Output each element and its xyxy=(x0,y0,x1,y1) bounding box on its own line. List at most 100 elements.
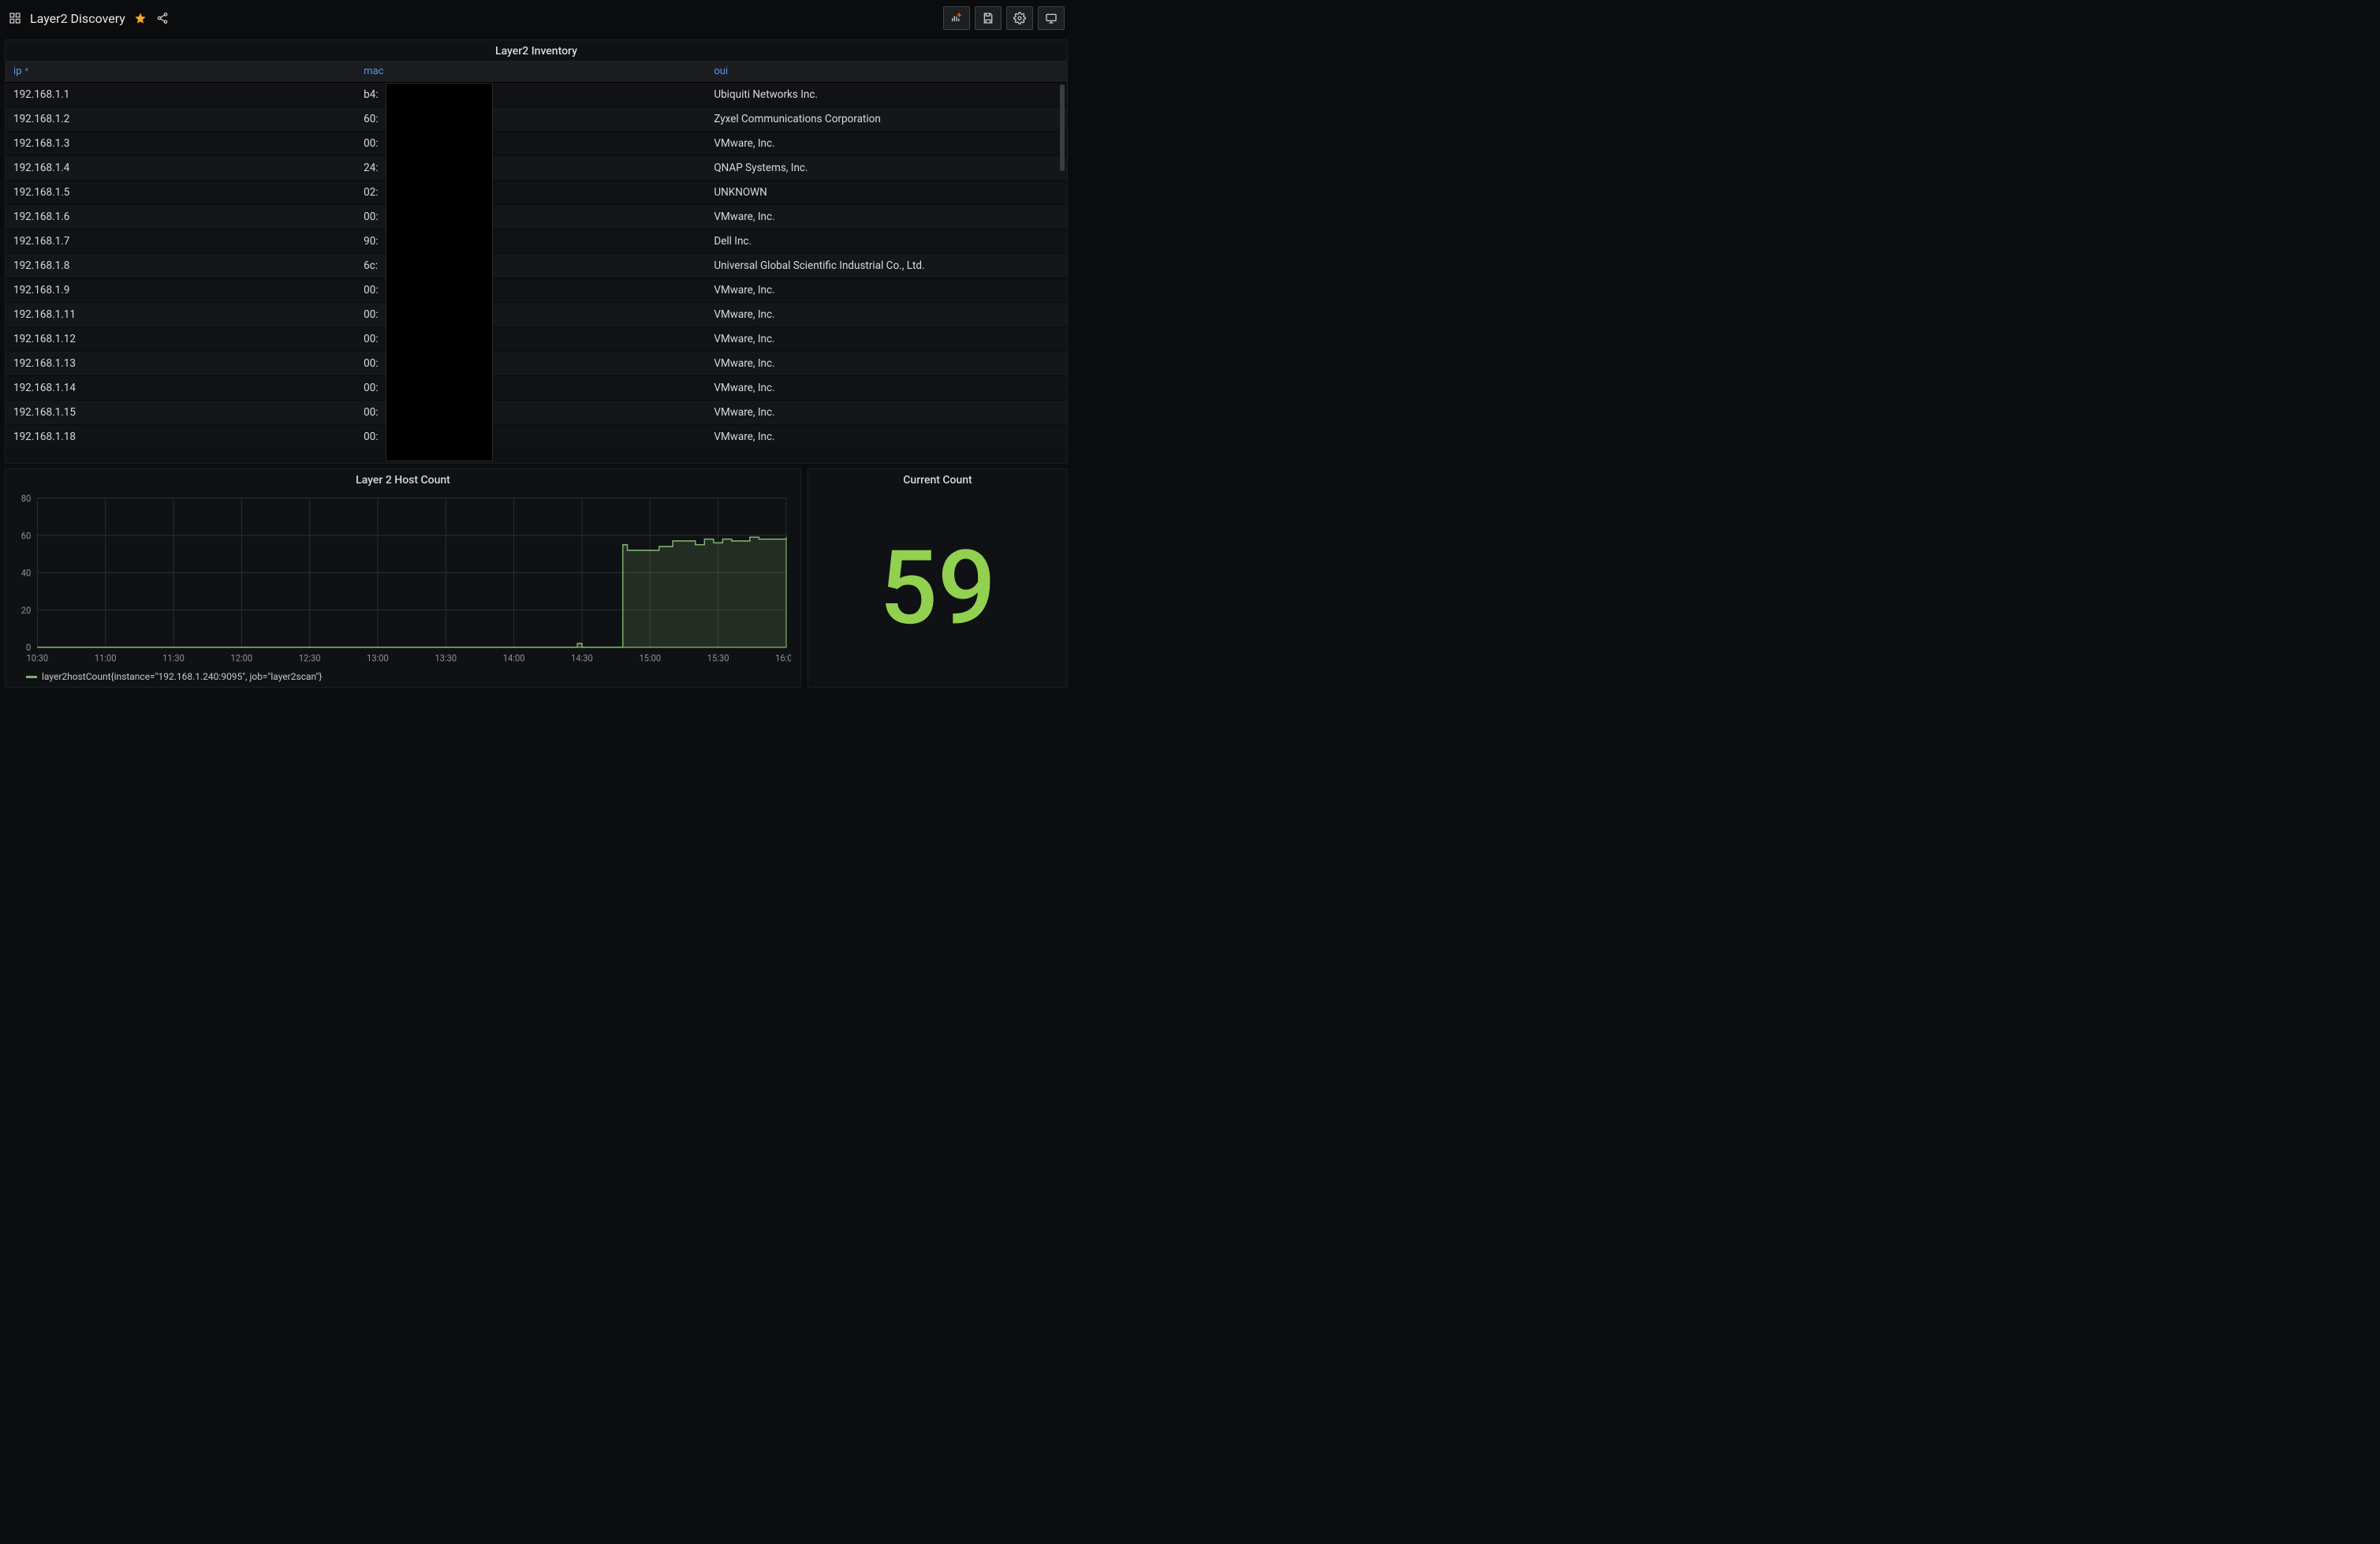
tv-mode-button[interactable] xyxy=(1038,6,1065,30)
hostcount-chart-title: Layer 2 Host Count xyxy=(6,469,800,490)
cell-ip: 192.168.1.3 xyxy=(6,132,356,156)
table-row[interactable]: 192.168.1.1500:VMware, Inc. xyxy=(6,401,1067,425)
cell-ip: 192.168.1.18 xyxy=(6,425,356,449)
cell-mac: 00: xyxy=(356,205,706,229)
inventory-table-wrap: ip^ mac oui 192.168.1.1b4:Ubiquiti Netwo… xyxy=(6,61,1067,463)
cell-mac: 00: xyxy=(356,401,706,425)
inventory-panel: Layer2 Inventory ip^ mac oui 192.168.1.1… xyxy=(5,39,1068,464)
cell-oui: VMware, Inc. xyxy=(706,376,1067,401)
cell-ip: 192.168.1.9 xyxy=(6,278,356,303)
cell-ip: 192.168.1.13 xyxy=(6,352,356,376)
svg-text:15:30: 15:30 xyxy=(707,652,729,664)
dashboard-grid-icon[interactable] xyxy=(8,11,22,25)
table-scrollbar[interactable] xyxy=(1060,84,1065,242)
table-row[interactable]: 192.168.1.260:Zyxel Communications Corpo… xyxy=(6,107,1067,132)
table-row[interactable]: 192.168.1.900:VMware, Inc. xyxy=(6,278,1067,303)
cell-mac: 00: xyxy=(356,376,706,401)
svg-text:15:00: 15:00 xyxy=(639,652,661,664)
star-icon[interactable] xyxy=(133,11,147,25)
table-row[interactable]: 192.168.1.502:UNKNOWN xyxy=(6,181,1067,205)
svg-text:11:00: 11:00 xyxy=(95,652,117,664)
cell-mac: 00: xyxy=(356,132,706,156)
topbar-left: Layer2 Discovery xyxy=(8,11,170,26)
cell-ip: 192.168.1.2 xyxy=(6,107,356,132)
table-row[interactable]: 192.168.1.1100:VMware, Inc. xyxy=(6,303,1067,327)
share-icon[interactable] xyxy=(155,11,170,25)
table-row[interactable]: 192.168.1.1b4:Ubiquiti Networks Inc. xyxy=(6,83,1067,107)
svg-text:10:30: 10:30 xyxy=(27,652,49,664)
svg-text:14:00: 14:00 xyxy=(503,652,525,664)
hostcount-chart-panel: Layer 2 Host Count 02040608010:3011:0011… xyxy=(5,468,801,688)
cell-ip: 192.168.1.11 xyxy=(6,303,356,327)
cell-oui: VMware, Inc. xyxy=(706,278,1067,303)
cell-oui: VMware, Inc. xyxy=(706,352,1067,376)
cell-mac: 00: xyxy=(356,303,706,327)
cell-oui: Ubiquiti Networks Inc. xyxy=(706,83,1067,107)
svg-text:13:00: 13:00 xyxy=(367,652,389,664)
cell-mac: 00: xyxy=(356,352,706,376)
table-row[interactable]: 192.168.1.790:Dell Inc. xyxy=(6,229,1067,254)
sort-asc-icon: ^ xyxy=(24,66,28,76)
save-dashboard-button[interactable] xyxy=(975,6,1002,30)
current-count-value-wrap: 59 xyxy=(879,490,996,687)
chart-legend[interactable]: layer2hostCount{instance="192.168.1.240:… xyxy=(6,669,800,687)
col-header-oui[interactable]: oui xyxy=(706,61,1067,83)
hostcount-chart-body[interactable]: 02040608010:3011:0011:3012:0012:3013:001… xyxy=(6,490,800,669)
hostcount-chart-svg: 02040608010:3011:0011:3012:0012:3013:001… xyxy=(10,493,791,666)
table-row[interactable]: 192.168.1.300:VMware, Inc. xyxy=(6,132,1067,156)
cell-mac: 00: xyxy=(356,425,706,449)
cell-mac: b4: xyxy=(356,83,706,107)
svg-text:60: 60 xyxy=(21,530,31,542)
cell-ip: 192.168.1.15 xyxy=(6,401,356,425)
svg-text:16:00: 16:00 xyxy=(775,652,791,664)
cell-oui: VMware, Inc. xyxy=(706,327,1067,352)
topbar: Layer2 Discovery xyxy=(0,0,1072,35)
cell-oui: VMware, Inc. xyxy=(706,425,1067,449)
cell-mac: 6c: xyxy=(356,254,706,278)
cell-ip: 192.168.1.14 xyxy=(6,376,356,401)
table-row[interactable]: 192.168.1.424:QNAP Systems, Inc. xyxy=(6,156,1067,181)
cell-ip: 192.168.1.1 xyxy=(6,83,356,107)
table-row[interactable]: 192.168.1.86c:Universal Global Scientifi… xyxy=(6,254,1067,278)
cell-ip: 192.168.1.6 xyxy=(6,205,356,229)
cell-oui: VMware, Inc. xyxy=(706,303,1067,327)
cell-ip: 192.168.1.8 xyxy=(6,254,356,278)
svg-text:20: 20 xyxy=(21,604,31,616)
inventory-title: Layer2 Inventory xyxy=(6,40,1067,61)
cell-oui: VMware, Inc. xyxy=(706,205,1067,229)
cell-oui: VMware, Inc. xyxy=(706,132,1067,156)
cell-oui: Zyxel Communications Corporation xyxy=(706,107,1067,132)
svg-text:12:30: 12:30 xyxy=(299,652,321,664)
table-row[interactable]: 192.168.1.600:VMware, Inc. xyxy=(6,205,1067,229)
bottom-row: Layer 2 Host Count 02040608010:3011:0011… xyxy=(5,468,1068,688)
table-row[interactable]: 192.168.1.1400:VMware, Inc. xyxy=(6,376,1067,401)
table-row[interactable]: 192.168.1.1800:VMware, Inc. xyxy=(6,425,1067,449)
cell-ip: 192.168.1.5 xyxy=(6,181,356,205)
cell-oui: QNAP Systems, Inc. xyxy=(706,156,1067,181)
cell-ip: 192.168.1.7 xyxy=(6,229,356,254)
table-row[interactable]: 192.168.1.1200:VMware, Inc. xyxy=(6,327,1067,352)
col-header-ip[interactable]: ip^ xyxy=(6,61,356,83)
table-header-row: ip^ mac oui xyxy=(6,61,1067,83)
cell-mac: 60: xyxy=(356,107,706,132)
svg-text:12:00: 12:00 xyxy=(230,652,252,664)
add-panel-button[interactable] xyxy=(943,6,970,30)
topbar-right xyxy=(943,6,1065,30)
cell-mac: 24: xyxy=(356,156,706,181)
cell-mac: 02: xyxy=(356,181,706,205)
cell-mac: 90: xyxy=(356,229,706,254)
inventory-table: ip^ mac oui 192.168.1.1b4:Ubiquiti Netwo… xyxy=(6,61,1067,449)
col-header-mac[interactable]: mac xyxy=(356,61,706,83)
current-count-panel: Current Count 59 xyxy=(808,468,1068,688)
svg-text:11:30: 11:30 xyxy=(162,652,185,664)
current-count-title: Current Count xyxy=(903,469,972,490)
cell-mac: 00: xyxy=(356,278,706,303)
dashboard-title[interactable]: Layer2 Discovery xyxy=(30,11,125,26)
cell-ip: 192.168.1.12 xyxy=(6,327,356,352)
current-count-value: 59 xyxy=(879,537,996,640)
legend-swatch-icon xyxy=(26,676,37,678)
table-row[interactable]: 192.168.1.1300:VMware, Inc. xyxy=(6,352,1067,376)
svg-text:40: 40 xyxy=(21,567,31,579)
cell-oui: Universal Global Scientific Industrial C… xyxy=(706,254,1067,278)
settings-button[interactable] xyxy=(1006,6,1033,30)
